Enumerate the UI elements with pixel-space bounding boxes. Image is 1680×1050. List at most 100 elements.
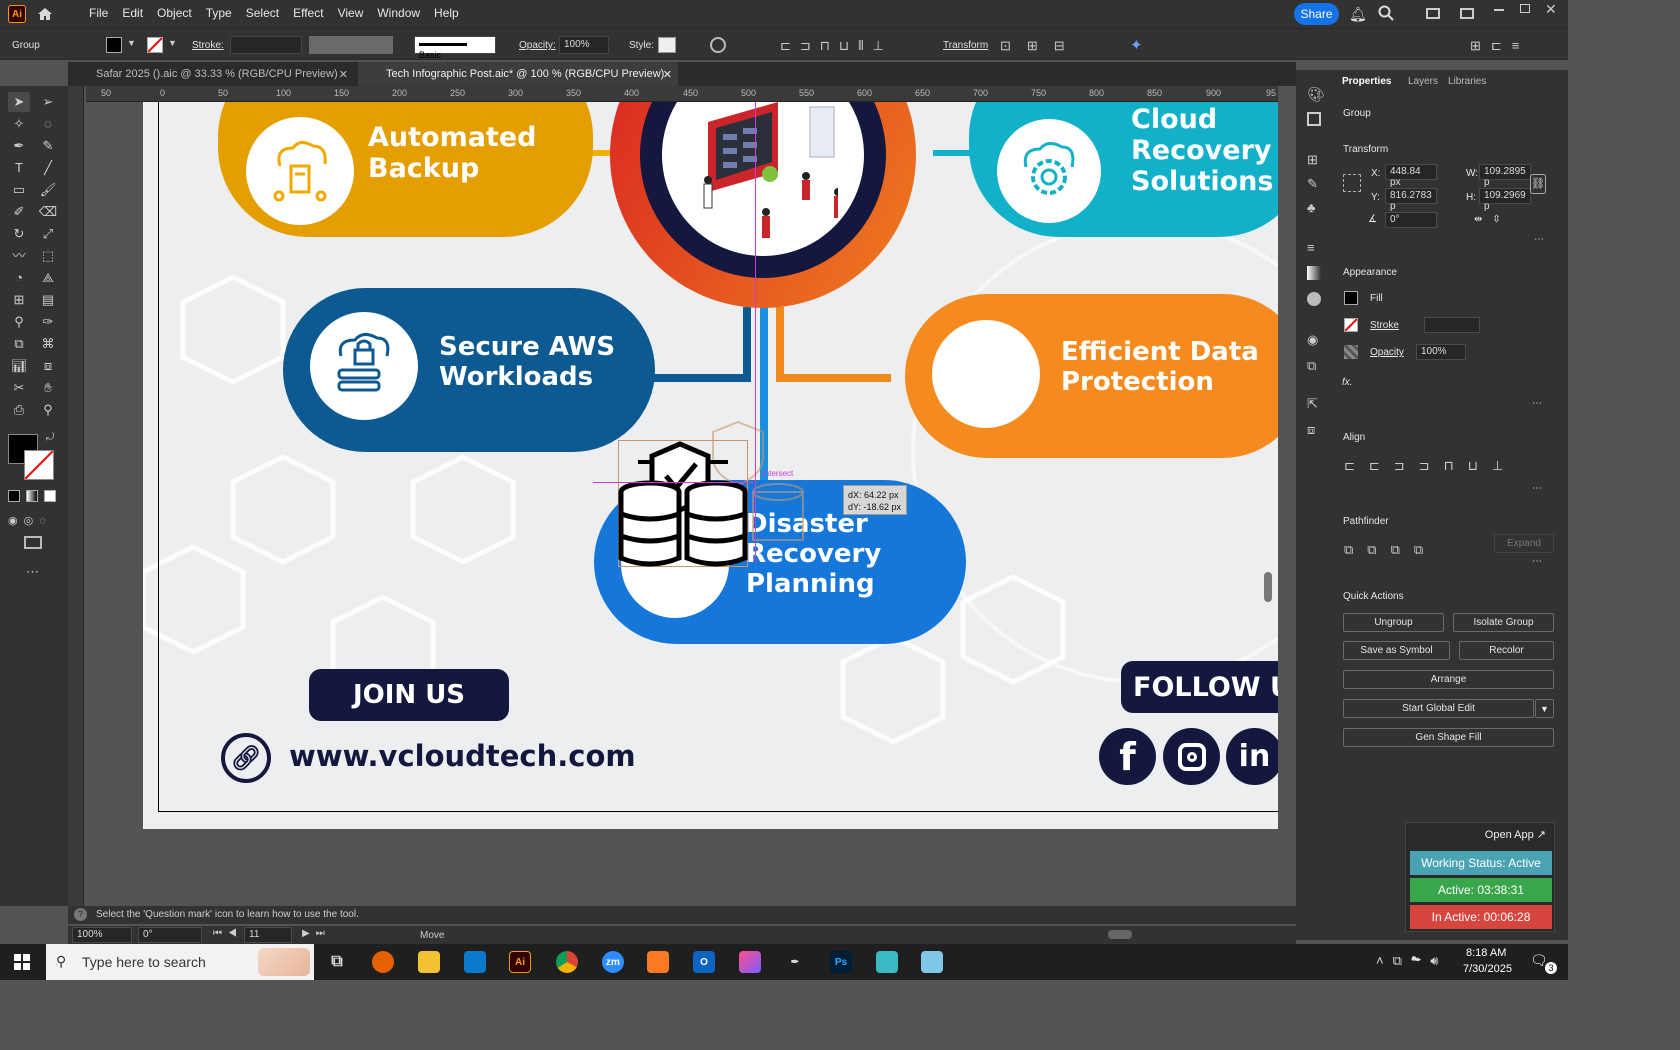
start-global-edit-button[interactable]: Start Global Edit [1343, 699, 1534, 718]
free-transform-icon[interactable]: ⬚ [37, 246, 59, 266]
appearance-more-icon[interactable]: ⋯ [1532, 398, 1542, 409]
tab-libraries[interactable]: Libraries [1448, 76, 1486, 87]
save-as-symbol-button[interactable]: Save as Symbol [1343, 641, 1450, 660]
style-swatch[interactable] [658, 37, 676, 53]
clock-date[interactable]: 7/30/2025 [1463, 963, 1512, 975]
menu-help[interactable]: Help [427, 6, 466, 20]
opacity-field[interactable]: 100% [559, 36, 609, 54]
constrain-link-icon[interactable]: ⛓︎ [1530, 174, 1546, 194]
libraries-panel-icon[interactable] [1307, 112, 1321, 126]
color-mode-icons[interactable] [8, 490, 56, 502]
rotate-view-field[interactable]: 0° [138, 927, 202, 943]
pathfinder-more-icon[interactable]: ⋯ [1532, 556, 1542, 567]
brush-definition[interactable]: Basic [414, 36, 496, 60]
align-buttons[interactable]: ⊏⊏⊐⊐⊓⊔⊥ [1344, 458, 1517, 474]
workspace-icon[interactable] [1426, 8, 1440, 19]
isolate-icons[interactable]: ⊡⊞⊟ [1000, 38, 1081, 54]
global-edit-dropdown[interactable]: ▼ [1535, 699, 1554, 718]
menu-edit[interactable]: Edit [115, 6, 150, 20]
tab-properties[interactable]: Properties [1342, 76, 1391, 87]
angle-field[interactable]: 0° [1385, 212, 1437, 228]
transform-link[interactable]: Transform [943, 40, 988, 51]
more-tools-icon[interactable]: ⋯ [26, 564, 39, 580]
zoom-tool-icon[interactable]: ⚲ [37, 400, 59, 420]
symbols-panel-icon[interactable]: ♣ [1307, 200, 1316, 215]
illustrator-taskbar-icon[interactable]: Ai [509, 951, 531, 973]
type-tool-icon[interactable]: T [8, 158, 30, 178]
magic-wand-icon[interactable]: ✧ [8, 114, 30, 134]
variable-width-field[interactable] [309, 36, 393, 54]
paintbrush-icon[interactable]: 🖌︎ [37, 180, 59, 200]
color-icon[interactable] [8, 490, 20, 502]
graph-tool-icon[interactable]: 📊︎ [8, 356, 30, 376]
tab-close-icon[interactable]: ✕ [339, 68, 348, 81]
opacity-field[interactable]: 100% [1416, 344, 1466, 360]
panel-menu-icon[interactable]: ⊞⊏≡ [1470, 38, 1529, 54]
scale-tool-icon[interactable]: ⤢ [37, 224, 59, 244]
none-icon[interactable] [44, 490, 56, 502]
shape-builder-icon[interactable]: ◔ [8, 268, 30, 288]
artboard-number-field[interactable]: 11 [244, 927, 292, 943]
rotate-tool-icon[interactable]: ↻ [8, 224, 30, 244]
chrome-icon[interactable] [556, 951, 578, 973]
stroke-weight-field[interactable] [1424, 317, 1480, 333]
perspective-grid-icon[interactable]: ⟁ [37, 268, 59, 288]
artboard-nav-next[interactable]: ▶⏭ [302, 928, 331, 939]
tab-safar[interactable]: Safar 2025 ().aic @ 33.33 % (RGB/CPU Pre… [68, 62, 352, 86]
firefox-icon[interactable] [372, 951, 394, 973]
open-app-link[interactable]: Open App ↗ [1485, 828, 1546, 841]
creative-cloud-icon[interactable] [739, 951, 761, 973]
photoshop-icon[interactable]: Ps [830, 951, 852, 973]
direct-selection-tool-icon[interactable]: ➢ [37, 92, 59, 112]
artboard-nav-prev[interactable]: ⏮◀ [213, 928, 243, 939]
fill-swatch[interactable] [106, 37, 122, 53]
graphic-styles-panel-icon[interactable]: ⧉ [1307, 358, 1316, 374]
menu-object[interactable]: Object [150, 6, 199, 20]
flip-icons[interactable]: ⇹⇳ [1474, 214, 1511, 225]
horizontal-scrollbar[interactable] [1108, 930, 1132, 939]
stroke-weight-field[interactable] [230, 36, 302, 54]
menu-window[interactable]: Window [370, 6, 427, 20]
taskbar-search-box[interactable]: ⚲ Type here to search [46, 944, 314, 980]
draw-mode-icons[interactable]: ◉◎◌ [8, 514, 52, 527]
pen-app-icon[interactable]: ✒ [784, 951, 806, 973]
eyedropper-icon[interactable]: ⚲ [8, 312, 30, 332]
fill-dropdown-icon[interactable]: ▼ [127, 38, 136, 48]
curvature-tool-icon[interactable]: ✎ [37, 136, 59, 156]
fx-label[interactable]: fx. [1342, 377, 1353, 388]
clock-time[interactable]: 8:18 AM [1466, 947, 1506, 959]
tab-close-icon[interactable]: ✕ [663, 68, 672, 81]
mesh-tool-icon[interactable]: ⊞ [8, 290, 30, 310]
tray-icons[interactable]: ˄⧉☁🔊︎ [1376, 953, 1447, 969]
blend-tool-icon[interactable]: ⧉ [8, 334, 30, 354]
vscode-icon[interactable] [464, 951, 486, 973]
file-explorer-icon[interactable] [418, 951, 440, 973]
help-icon[interactable]: ? [74, 908, 87, 921]
stroke-panel-icon[interactable]: ≡ [1307, 240, 1315, 255]
reference-point-icon[interactable] [1343, 174, 1361, 192]
zoom-field[interactable]: 100% [72, 927, 132, 943]
pathfinder-buttons[interactable]: ⧉⧉⧉⧉ [1344, 542, 1437, 558]
notepad-icon[interactable] [921, 951, 943, 973]
close-icon[interactable]: ✕ [1545, 1, 1557, 18]
illustrator-logo[interactable]: Ai [8, 5, 26, 23]
brushes-panel-icon[interactable]: ✎ [1307, 176, 1318, 192]
artboard-tool-icon[interactable]: ⧈ [37, 356, 59, 376]
gradient-panel-icon[interactable] [1307, 266, 1321, 280]
selection-tool-icon[interactable]: ➤ [8, 92, 30, 112]
gen-ai-icon[interactable]: ✦ [1130, 36, 1143, 54]
menu-type[interactable]: Type [199, 6, 239, 20]
bell-icon[interactable]: 🔔︎ [1349, 6, 1367, 23]
artboards-panel-icon[interactable]: ⧈ [1307, 422, 1315, 438]
task-view-icon[interactable]: ⧉ [326, 951, 348, 973]
minimize-icon[interactable] [1494, 9, 1504, 11]
rectangle-tool-icon[interactable]: ▭ [8, 180, 30, 200]
line-tool-icon[interactable]: ╱ [37, 158, 59, 178]
screen-mode-icon[interactable] [24, 536, 42, 549]
shaper-tool-icon[interactable]: ✐ [8, 202, 30, 222]
home-icon[interactable] [36, 5, 54, 23]
vertical-scrollbar[interactable] [1264, 572, 1272, 602]
outlook-icon[interactable]: O [693, 951, 715, 973]
lasso-icon[interactable]: ◌ [37, 114, 59, 134]
isolate-group-button[interactable]: Isolate Group [1453, 613, 1554, 632]
